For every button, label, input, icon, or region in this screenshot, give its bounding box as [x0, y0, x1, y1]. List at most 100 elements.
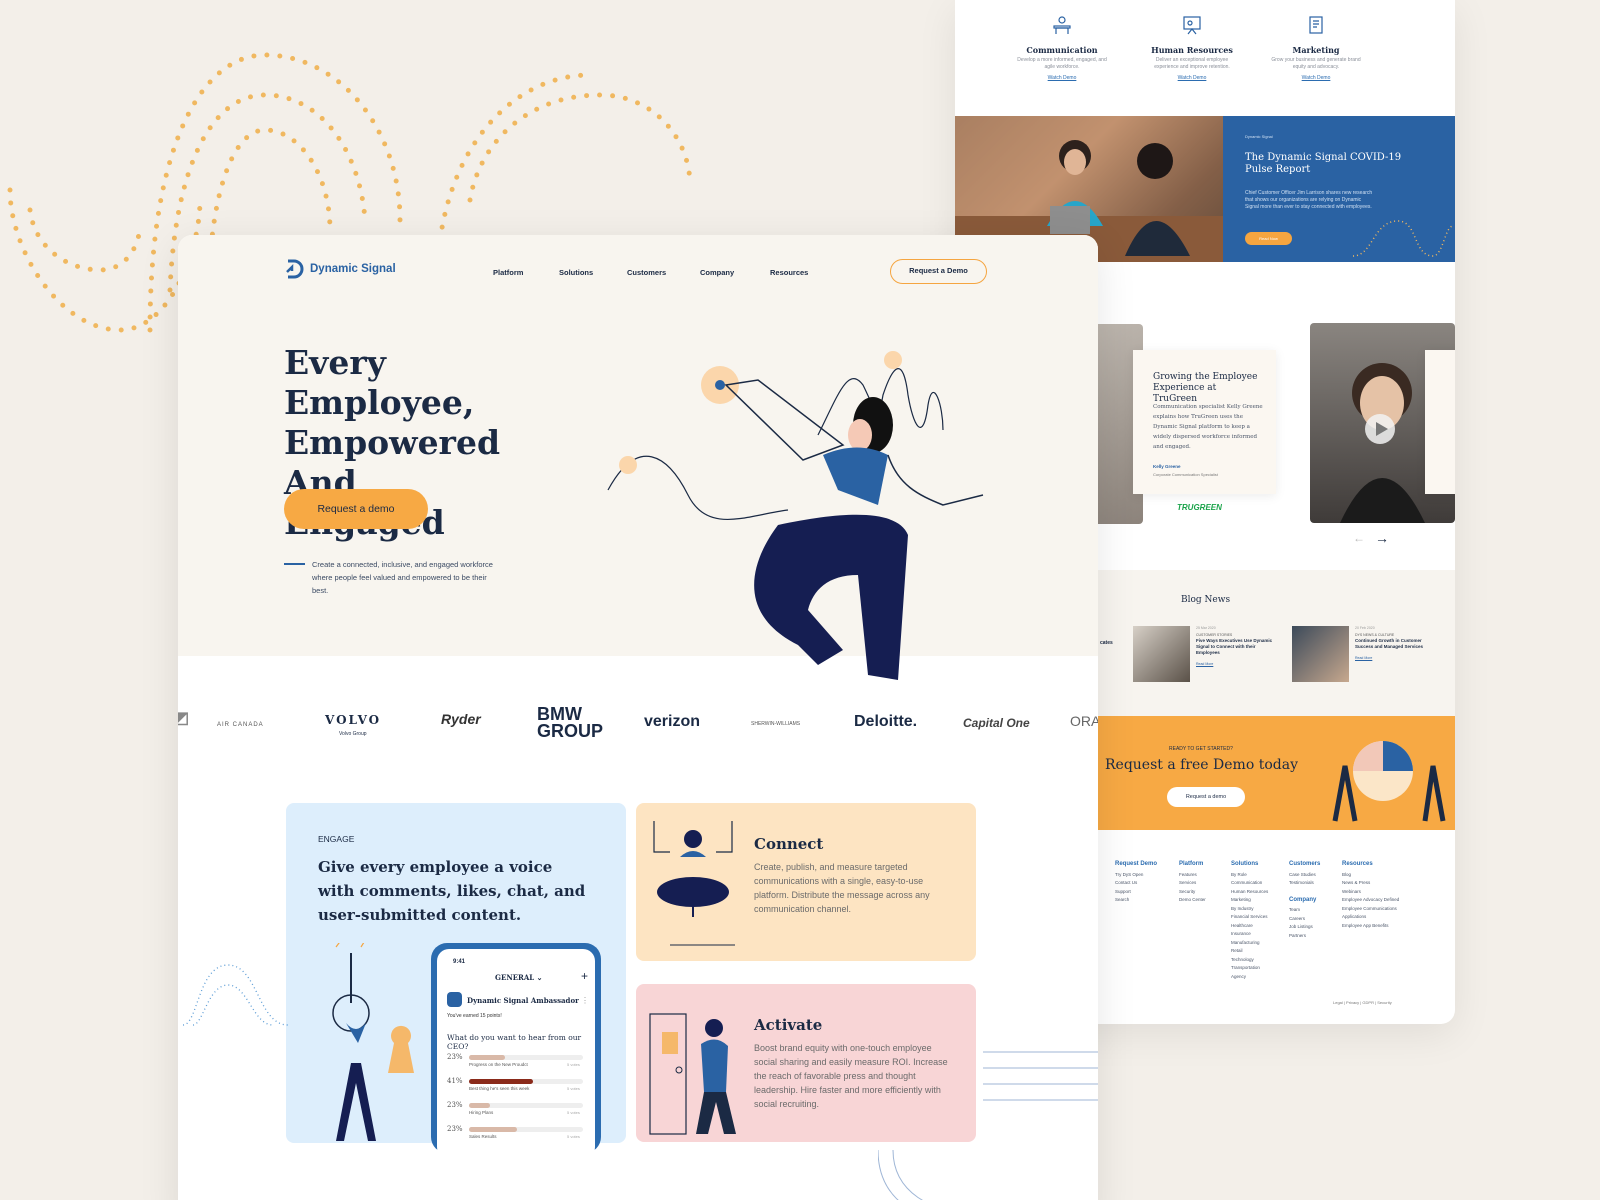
- footer-legal[interactable]: Legal | Privacy | GDPR | Security: [1333, 1000, 1392, 1005]
- testimonial-card: Growing the Employee Experience at TruGr…: [1133, 350, 1276, 494]
- covid-kicker: Dynamic Signal: [1245, 134, 1273, 139]
- feature-title: Human Resources: [1151, 45, 1233, 55]
- blog-text-fragment: cates: [1100, 640, 1113, 646]
- blog-thumb[interactable]: [1292, 626, 1349, 682]
- hero-dash: [284, 563, 305, 565]
- poll-votes: 5 votes: [567, 1134, 580, 1139]
- activate-title: Activate: [754, 1016, 823, 1034]
- poll-label: Sales Results: [469, 1134, 497, 1139]
- dancing-woman-illustration: [607, 351, 984, 680]
- main-landing-page: Dynamic Signal Platform Solutions Custom…: [178, 235, 1098, 1200]
- connect-card: Connect Create, publish, and measure tar…: [636, 803, 976, 961]
- engage-headline: Give every employee a voice with comment…: [318, 858, 586, 924]
- footer-col-request-demo: Request Demo Try DyS Open Contact Us Suppo…: [1115, 861, 1158, 902]
- poll-votes: 5 votes: [567, 1110, 580, 1115]
- trugreen-logo: TRUGREEN: [1177, 503, 1222, 512]
- presentation-icon: [1183, 16, 1201, 35]
- poll-bar: [469, 1103, 583, 1108]
- add-icon[interactable]: +: [581, 969, 588, 983]
- post-author: Dynamic Signal Ambassador: [467, 996, 579, 1005]
- poll-votes: 5 votes: [567, 1062, 580, 1067]
- poll-label: Best thing he's seen this week: [469, 1086, 530, 1091]
- nav-resources[interactable]: Resources: [770, 268, 808, 277]
- partial-logo-icon: ◩: [178, 710, 190, 727]
- watch-demo-link[interactable]: Watch Demo: [1147, 75, 1237, 81]
- hero-section: Dynamic Signal Platform Solutions Custom…: [178, 235, 1098, 680]
- poll-label: Hiring Plans: [469, 1110, 494, 1115]
- poll-percent: 41%: [447, 1077, 463, 1085]
- logo-air-canada: AIR CANADA: [217, 722, 264, 728]
- logo-oracle-partial: ORA: [1070, 713, 1098, 729]
- blog-item[interactable]: 25 Mar 2020 CUSTOMER STORIES Five Ways E…: [1196, 626, 1276, 666]
- document-icon: [1309, 16, 1323, 34]
- feature-desc: Deliver an exceptional employee experien…: [1154, 57, 1230, 70]
- testimonial-title: Growing the Employee Experience at TruGr…: [1153, 372, 1258, 404]
- demo-kicker: READY TO GET STARTED?: [1169, 746, 1233, 752]
- door-person-illustration: [649, 1013, 736, 1135]
- blog-item[interactable]: 20 Feb 2020 DYS NEWS & CULTURE Continued…: [1355, 626, 1437, 660]
- nav-platform[interactable]: Platform: [493, 268, 523, 277]
- poll-bar: [469, 1079, 583, 1084]
- blog-thumb[interactable]: [1133, 626, 1190, 682]
- feature-desc: Grow your business and generate brand eq…: [1271, 57, 1361, 70]
- testimonial-card-next: [1425, 350, 1455, 494]
- feature-human-resources: Human Resources Deliver an exceptional e…: [1147, 14, 1237, 81]
- poll-bar: [469, 1055, 583, 1060]
- line-curves-decoration: [878, 1051, 1098, 1200]
- team-puzzle-illustration: [1332, 741, 1446, 822]
- arrow-right-icon[interactable]: →: [1375, 530, 1389, 546]
- poll-votes: 5 votes: [567, 1086, 580, 1091]
- feature-title: Marketing: [1292, 45, 1340, 55]
- nav-company[interactable]: Company: [700, 268, 734, 277]
- connect-body: Create, publish, and measure targeted co…: [754, 862, 930, 914]
- feature-communication: Communication Develop a more informed, e…: [1017, 14, 1107, 81]
- footer-col-platform: Platform Features Services Security Demo Ce…: [1179, 861, 1206, 902]
- avatar: [447, 992, 462, 1007]
- demo-title: Request a free Demo today: [1105, 757, 1298, 773]
- testimonial-name: Kelly Greene: [1153, 464, 1181, 469]
- hero-subtext: Create a connected, inclusive, and engag…: [312, 560, 493, 595]
- megaphone-person-illustration: [653, 821, 735, 946]
- poll-question: What do you want to hear from our CEO?: [447, 1033, 582, 1051]
- footer-col-resources: Resources Blog News & Press Webinars Employ…: [1342, 861, 1400, 928]
- footer-col-customers: Customers Case Studies Testimonials Compa…: [1289, 861, 1321, 938]
- connect-title: Connect: [754, 835, 824, 853]
- blog-title: Blog News: [1181, 595, 1231, 605]
- phone-time: 9:41: [453, 959, 466, 965]
- watch-demo-link[interactable]: Watch Demo: [1017, 75, 1107, 81]
- logo-ryder: Ryder: [441, 711, 481, 727]
- logo-deloitte: Deloitte.: [854, 713, 918, 730]
- points-note: You've earned 15 points!: [447, 1013, 502, 1019]
- brand-logo[interactable]: Dynamic Signal: [284, 259, 396, 279]
- poll-option[interactable]: 23% Sales Results 5 votes: [447, 1125, 587, 1147]
- logo-sherwin-williams: SHERWIN-WILLIAMS: [751, 721, 801, 727]
- logo-bmw-group: BMW GROUP: [537, 704, 604, 741]
- covid-body: Chief Customer Officer Jim Larrison shar…: [1245, 190, 1373, 210]
- poll-option[interactable]: 41% Best thing he's seen this week 5 votes: [447, 1077, 587, 1099]
- poll-bar: [469, 1127, 583, 1132]
- poll-percent: 23%: [447, 1053, 463, 1061]
- feature-title: Communication: [1026, 45, 1098, 55]
- arrow-left-icon[interactable]: ←: [1353, 531, 1365, 545]
- poll-percent: 23%: [447, 1125, 463, 1133]
- brand-name: Dynamic Signal: [310, 263, 396, 275]
- request-demo-nav-button[interactable]: Request a Demo: [890, 259, 987, 284]
- hero-request-demo-button[interactable]: Request a demo: [284, 489, 428, 529]
- logo-verizon: verizon: [644, 713, 701, 730]
- key-person-illustration: [332, 943, 414, 1141]
- nav-customers[interactable]: Customers: [627, 268, 666, 277]
- poll-percent: 23%: [447, 1101, 463, 1109]
- watch-demo-link[interactable]: Watch Demo: [1271, 75, 1361, 81]
- dotted-wave-decoration: [1353, 220, 1453, 257]
- logo-volvo-group: Volvo Group: [339, 731, 367, 737]
- poll-option[interactable]: 23% Hiring Plans 5 votes: [447, 1101, 587, 1123]
- nav-solutions[interactable]: Solutions: [559, 268, 593, 277]
- logo-volvo: VOLVO: [325, 713, 382, 727]
- poll-option[interactable]: 23% Progress on the New Proudct 5 votes: [447, 1053, 587, 1075]
- people-icon: [1053, 16, 1071, 34]
- feature-marketing: Marketing Grow your business and generat…: [1271, 14, 1361, 81]
- read-now-button[interactable]: Read Now: [1245, 232, 1292, 245]
- channel-dropdown[interactable]: GENERAL ⌄: [495, 973, 543, 982]
- demo-request-button[interactable]: Request a demo: [1167, 787, 1245, 807]
- more-icon[interactable]: ⋮: [581, 996, 589, 1005]
